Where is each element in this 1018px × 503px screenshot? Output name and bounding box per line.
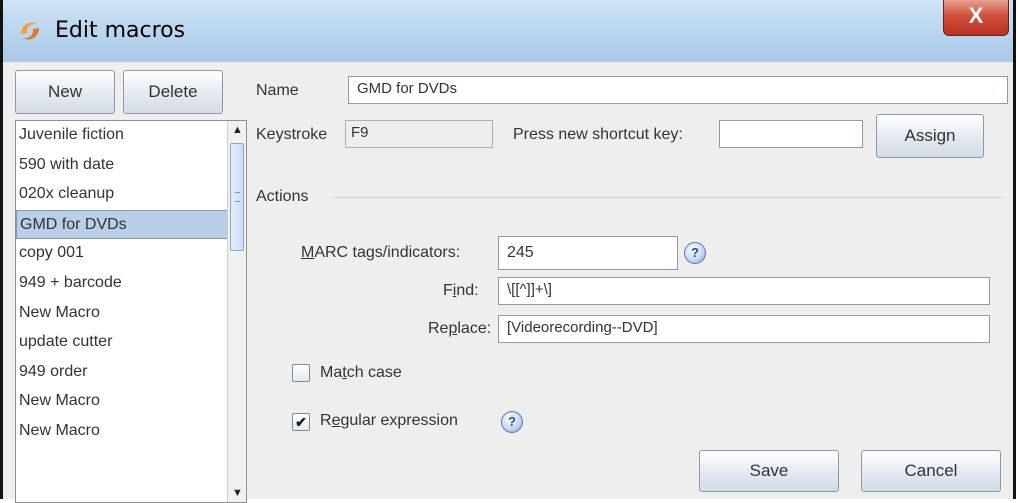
find-label: Find: — [443, 282, 479, 299]
regular-expression-help-icon[interactable]: ? — [501, 411, 523, 433]
new-button-label: New — [47, 82, 82, 101]
new-shortcut-input[interactable] — [719, 120, 863, 148]
list-item[interactable]: 020x cleanup — [16, 180, 246, 210]
assign-button[interactable]: Assign — [876, 114, 984, 158]
save-button[interactable]: Save — [699, 450, 839, 492]
marc-tags-input[interactable]: 245 — [498, 236, 678, 270]
list-item[interactable]: 949 + barcode — [16, 269, 246, 299]
list-scrollbar[interactable]: ▲ ▼ — [227, 121, 246, 502]
dialog-content: New Delete Juvenile fiction 590 with dat… — [3, 62, 1013, 503]
scroll-up-arrow-icon[interactable]: ▲ — [228, 121, 246, 139]
close-button[interactable]: X — [943, 0, 1009, 36]
list-item[interactable]: copy 001 — [16, 239, 246, 269]
list-item-selected[interactable]: GMD for DVDs — [16, 209, 246, 240]
list-item[interactable]: New Macro — [16, 387, 246, 417]
delete-button-label: Delete — [148, 82, 198, 101]
close-icon: X — [968, 3, 984, 28]
new-macro-button[interactable]: New — [15, 70, 115, 114]
list-item[interactable]: Juvenile fiction — [16, 121, 246, 151]
window-title: Edit macros — [55, 18, 186, 43]
replace-input[interactable]: [Videorecording--DVD] — [498, 315, 990, 343]
delete-macro-button[interactable]: Delete — [123, 70, 223, 114]
cancel-button-label: Cancel — [904, 461, 958, 480]
scroll-thumb[interactable] — [230, 143, 244, 251]
find-input[interactable]: \[[^]]+\] — [498, 277, 990, 305]
name-field[interactable]: GMD for DVDs — [348, 76, 1008, 104]
keystroke-field: F9 — [345, 120, 493, 148]
marc-tags-label: MARC tags/indicators: — [301, 244, 461, 261]
actions-section-label: Actions — [256, 188, 309, 205]
new-shortcut-label: Press new shortcut key: — [513, 126, 683, 143]
list-item[interactable]: New Macro — [16, 299, 246, 329]
regular-expression-checkbox[interactable]: ✔ — [292, 413, 310, 431]
list-item[interactable]: New Macro — [16, 417, 246, 447]
name-label: Name — [256, 82, 299, 99]
title-bar: Edit macros X — [3, 0, 1013, 62]
list-item[interactable]: update cutter — [16, 328, 246, 358]
scroll-down-arrow-icon[interactable]: ▼ — [228, 484, 246, 502]
actions-separator — [333, 197, 1003, 198]
save-button-label: Save — [749, 461, 789, 480]
regular-expression-label: Regular expression — [320, 412, 458, 429]
app-logo-icon — [21, 22, 39, 40]
keystroke-label: Keystroke — [256, 126, 328, 143]
marc-tags-help-icon[interactable]: ? — [684, 242, 706, 264]
macro-list[interactable]: Juvenile fiction 590 with date 020x clea… — [15, 120, 247, 503]
list-item[interactable]: 949 order — [16, 358, 246, 388]
match-case-label: Match case — [320, 364, 402, 381]
cancel-button[interactable]: Cancel — [861, 450, 1001, 492]
match-case-checkbox[interactable] — [292, 364, 310, 382]
replace-label: Replace: — [428, 320, 492, 337]
list-item[interactable]: 590 with date — [16, 151, 246, 181]
assign-button-label: Assign — [904, 126, 956, 145]
